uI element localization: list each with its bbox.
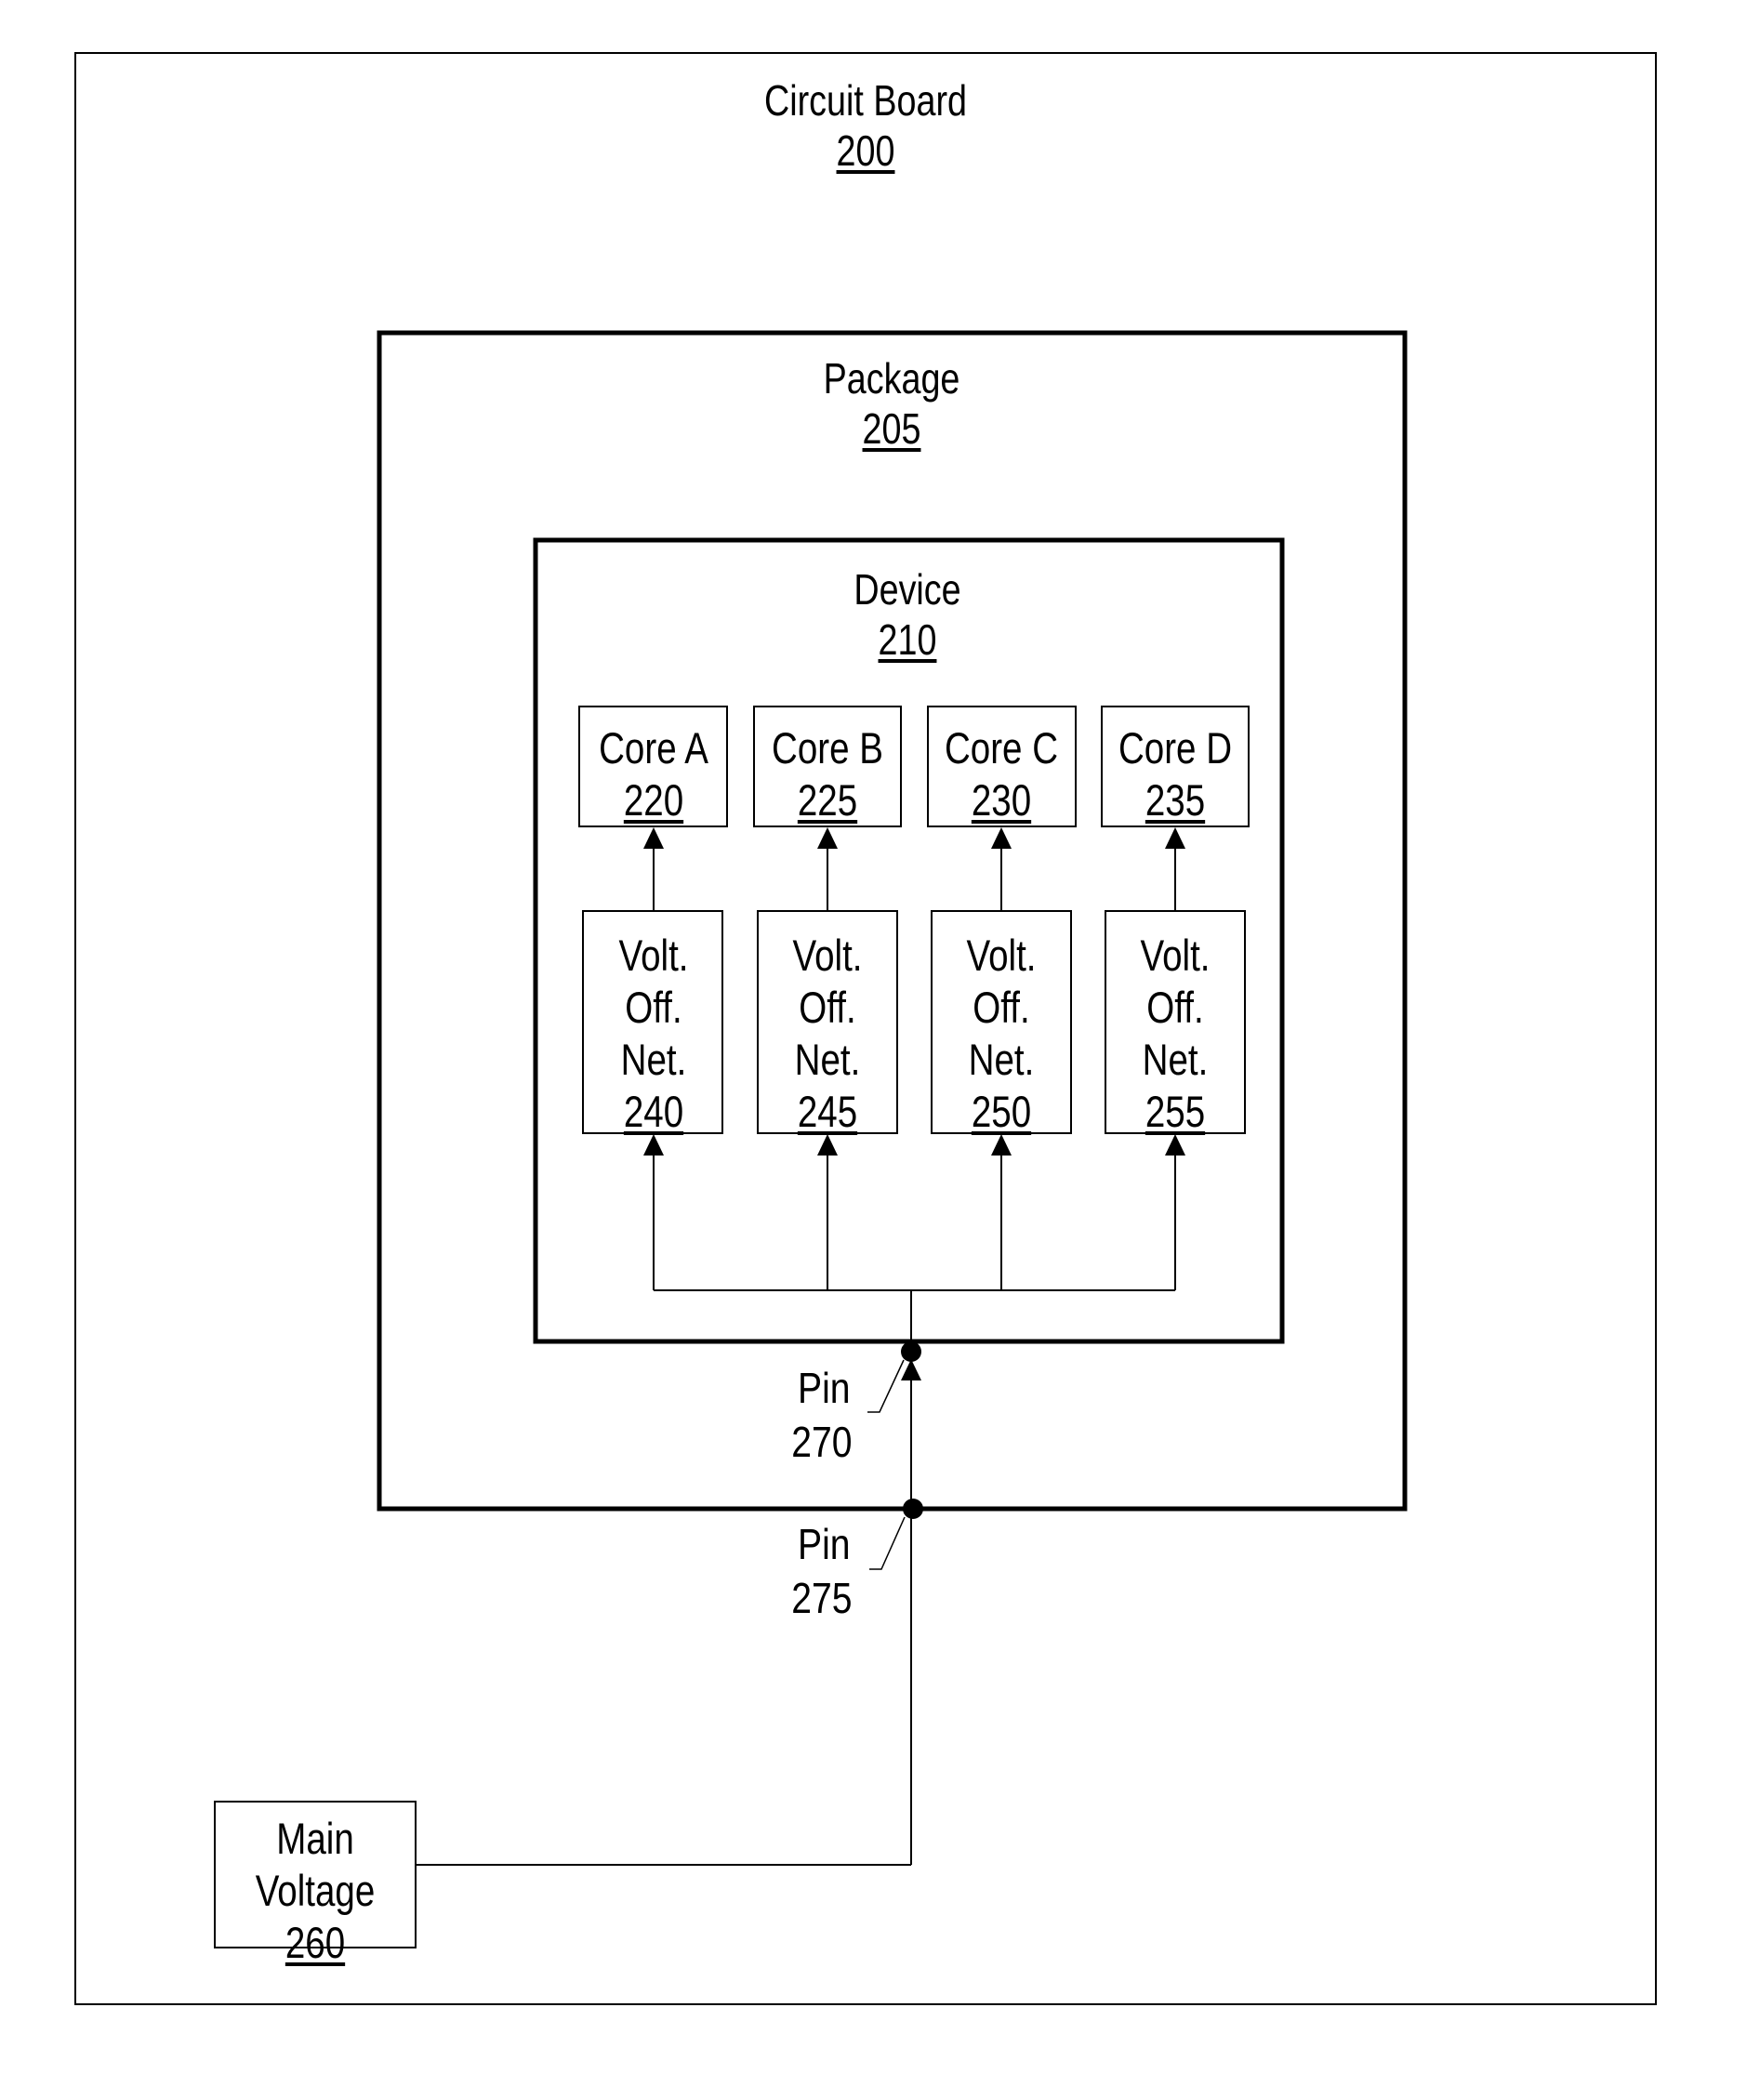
package-label: Package 205 bbox=[824, 357, 960, 450]
circuit-board-ref: 200 bbox=[836, 126, 895, 175]
core-ref: 220 bbox=[623, 775, 684, 825]
core-title: Core D bbox=[1118, 723, 1233, 773]
package-outline bbox=[377, 330, 1408, 1512]
pin-label: Pin bbox=[798, 1520, 851, 1568]
von-line: Net. bbox=[620, 1035, 687, 1084]
core-d-label: Core D 235 bbox=[1118, 726, 1232, 822]
package-title: Package bbox=[823, 354, 960, 403]
von-line: Volt. bbox=[618, 931, 689, 980]
supply-bus bbox=[643, 1134, 1185, 1342]
von-line: Off. bbox=[973, 983, 1030, 1032]
von-ref: 245 bbox=[797, 1087, 858, 1136]
circuit-board-outline bbox=[74, 52, 1657, 2005]
main-voltage-ref: 260 bbox=[285, 1918, 346, 1967]
main-voltage-label: Main Voltage 260 bbox=[256, 1813, 376, 1969]
von-line: Volt. bbox=[966, 931, 1037, 980]
arrow-up-icon bbox=[1165, 827, 1185, 849]
von-250-label: Volt. Off. Net. 250 bbox=[967, 930, 1037, 1138]
von-to-core-connectors bbox=[643, 827, 1185, 911]
circuit-board-label: Circuit Board 200 bbox=[764, 79, 967, 172]
von-line: Off. bbox=[1146, 983, 1204, 1032]
pin-270-leader bbox=[867, 1359, 905, 1413]
device-title: Device bbox=[854, 565, 961, 614]
von-ref: 240 bbox=[623, 1087, 684, 1136]
von-line: Volt. bbox=[792, 931, 863, 980]
package-ref: 205 bbox=[862, 404, 921, 453]
arrow-up-icon bbox=[643, 827, 664, 849]
arrow-up-icon bbox=[817, 827, 838, 849]
arrow-up-icon bbox=[991, 827, 1012, 849]
von-ref: 255 bbox=[1145, 1087, 1206, 1136]
main-voltage-line: Voltage bbox=[255, 1866, 376, 1915]
von-255-label: Volt. Off. Net. 255 bbox=[1141, 930, 1211, 1138]
von-ref: 250 bbox=[971, 1087, 1032, 1136]
core-a-label: Core A 220 bbox=[599, 726, 708, 822]
pin-270-dot bbox=[901, 1341, 921, 1362]
von-240-label: Volt. Off. Net. 240 bbox=[619, 930, 689, 1138]
von-line: Volt. bbox=[1140, 931, 1211, 980]
von-245-label: Volt. Off. Net. 245 bbox=[793, 930, 863, 1138]
pin-label: Pin bbox=[798, 1364, 851, 1412]
core-title: Core C bbox=[944, 723, 1059, 773]
von-line: Off. bbox=[799, 983, 856, 1032]
von-line: Net. bbox=[794, 1035, 861, 1084]
circuit-board-title: Circuit Board bbox=[763, 76, 968, 125]
arrow-up-icon bbox=[901, 1359, 921, 1380]
von-line: Net. bbox=[968, 1035, 1035, 1084]
main-voltage-line: Main bbox=[276, 1814, 354, 1863]
core-title: Core B bbox=[772, 723, 883, 773]
core-ref: 225 bbox=[797, 775, 858, 825]
pin-275-label: Pin 275 bbox=[791, 1520, 852, 1619]
core-title: Core A bbox=[599, 723, 708, 773]
pin-275-dot bbox=[903, 1499, 923, 1519]
core-b-label: Core B 225 bbox=[772, 726, 883, 822]
pin-275-leader bbox=[869, 1516, 906, 1570]
device-label: Device 210 bbox=[854, 568, 960, 661]
device-ref: 210 bbox=[878, 615, 937, 664]
diagram-canvas bbox=[74, 52, 1657, 2005]
pin-ref: 270 bbox=[791, 1418, 853, 1466]
pin-ref: 275 bbox=[791, 1574, 853, 1622]
von-line: Off. bbox=[625, 983, 682, 1032]
core-c-label: Core C 230 bbox=[945, 726, 1058, 822]
von-line: Net. bbox=[1142, 1035, 1209, 1084]
core-ref: 230 bbox=[971, 775, 1032, 825]
pin-270-label: Pin 270 bbox=[791, 1364, 852, 1463]
core-ref: 235 bbox=[1145, 775, 1206, 825]
